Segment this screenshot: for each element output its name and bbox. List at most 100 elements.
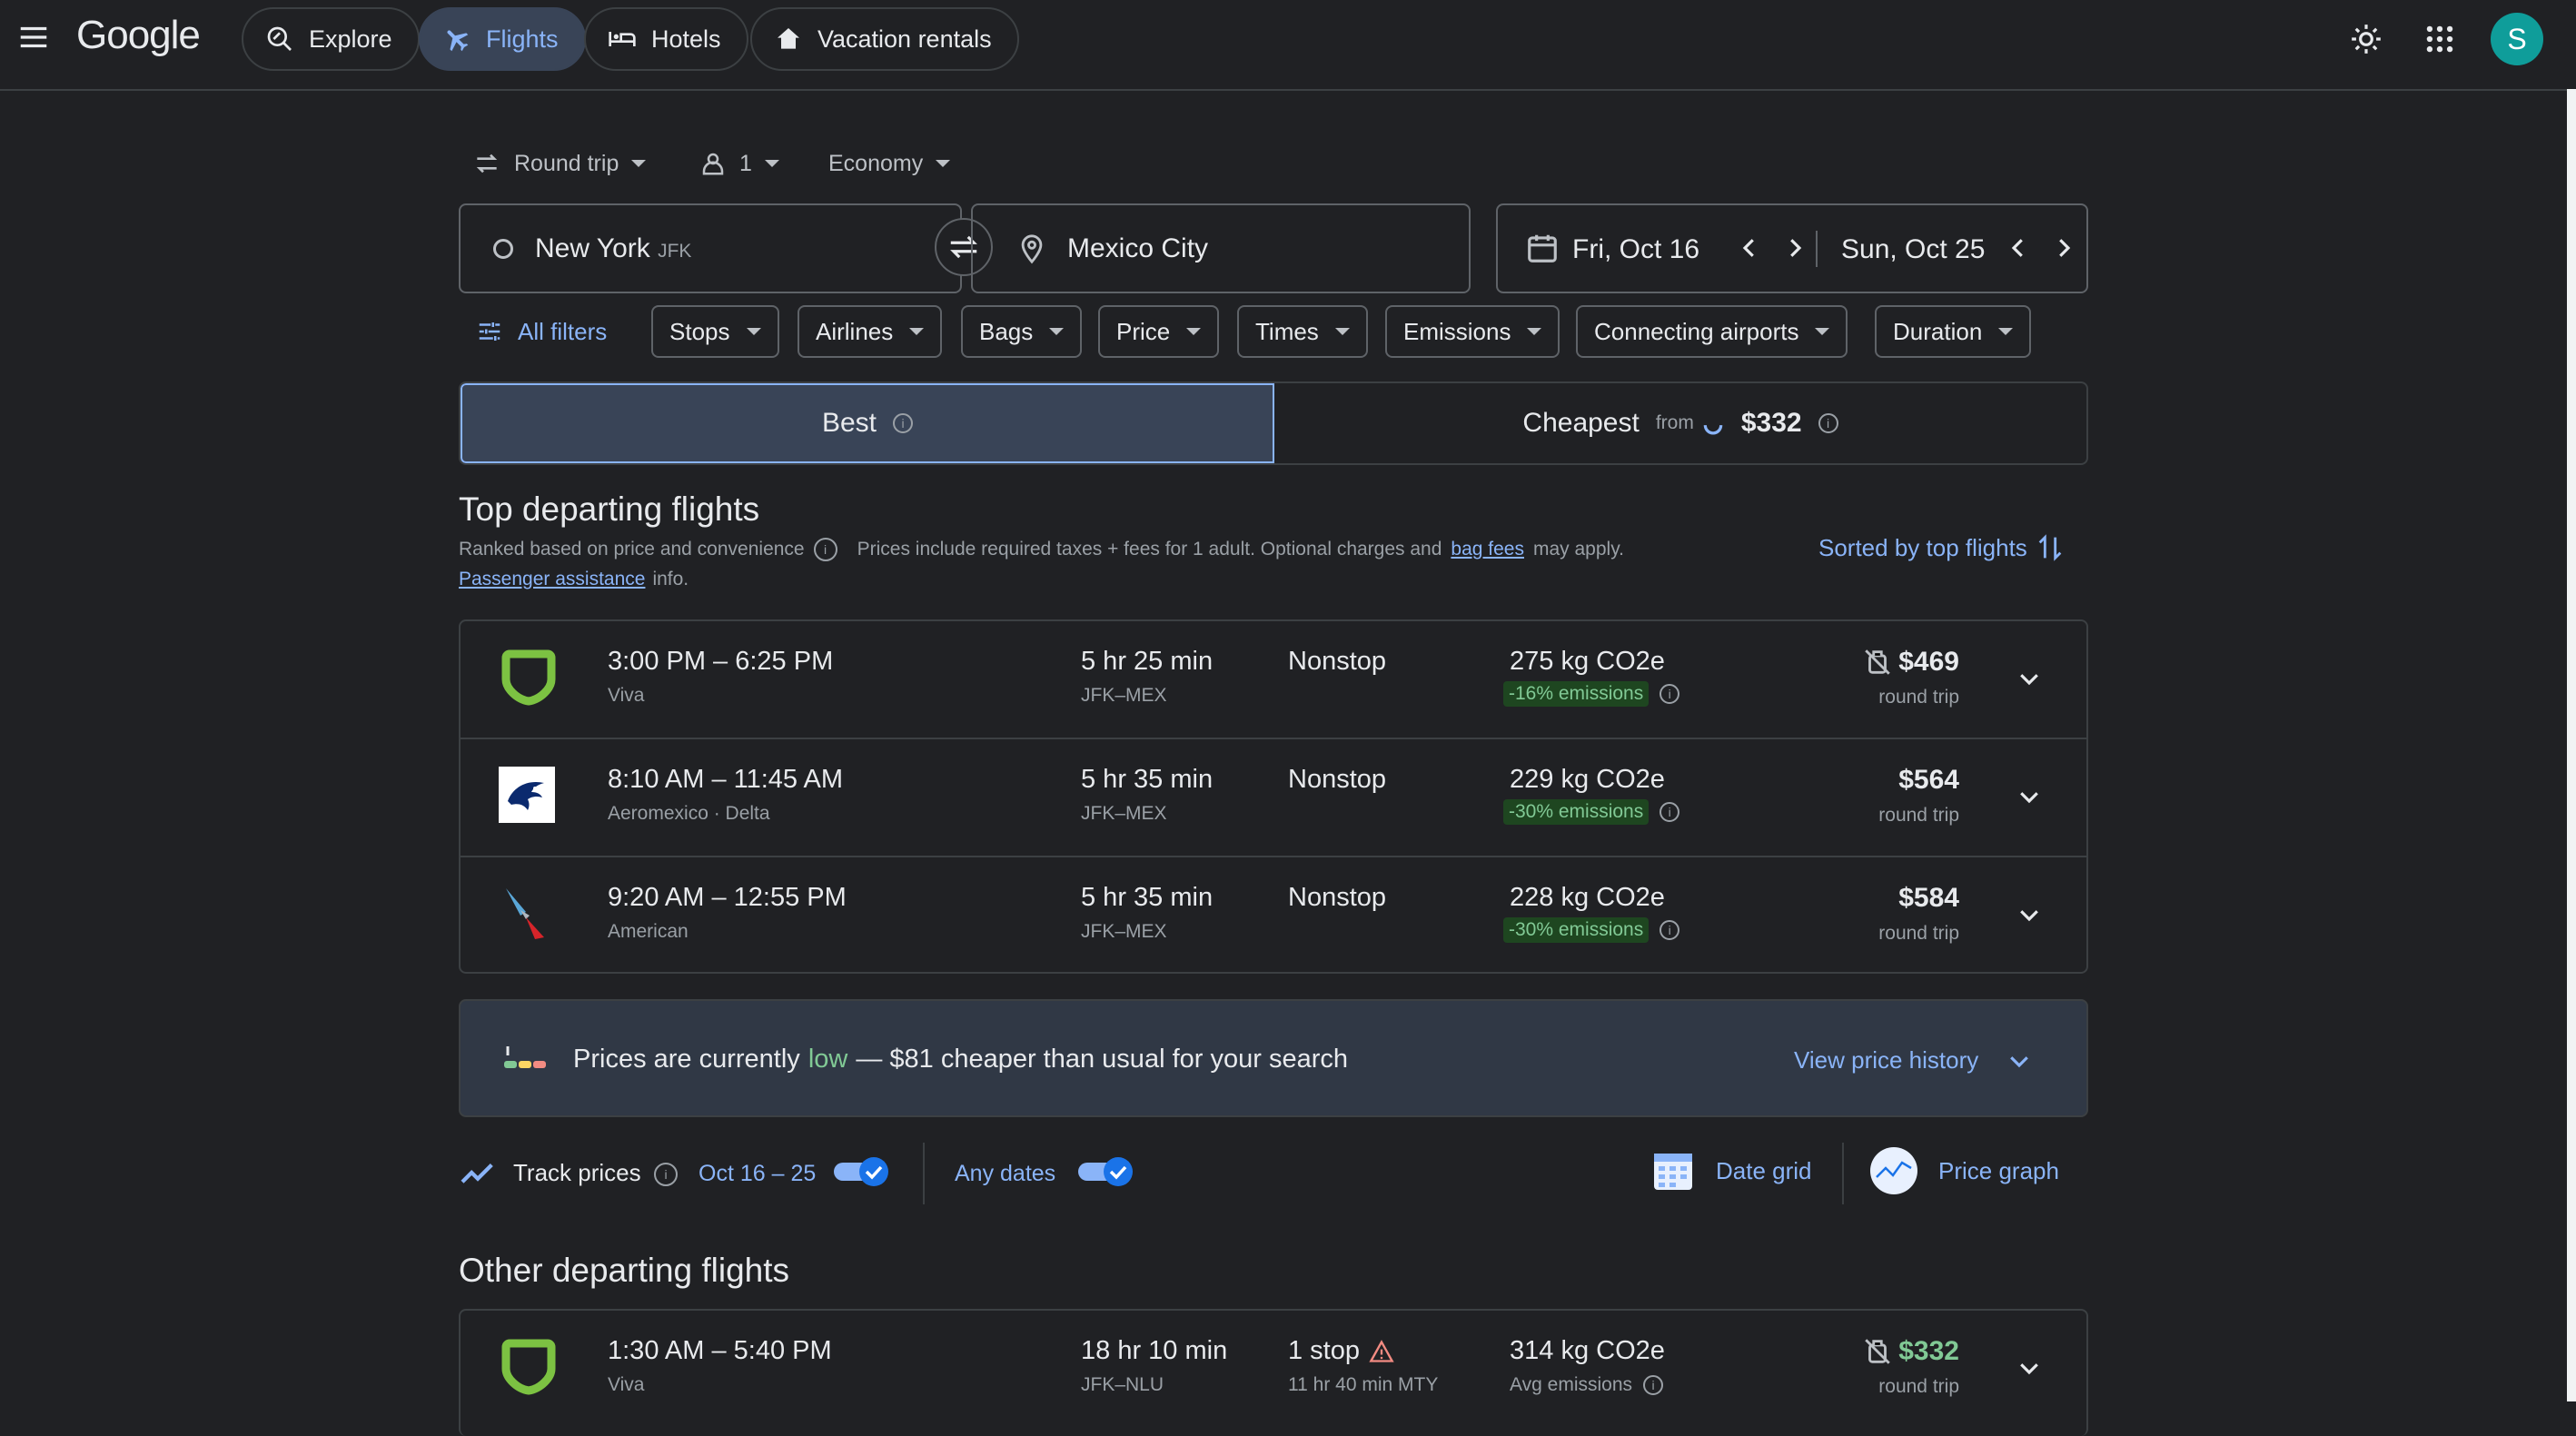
flight-stops: Nonstop	[1288, 647, 1386, 677]
loading-spinner-icon	[1703, 424, 1723, 435]
info-icon[interactable]: i	[654, 1163, 678, 1186]
passenger-assistance-link[interactable]: Passenger assistance	[459, 569, 645, 590]
date-grid-button[interactable]: Date grid	[1650, 1148, 1812, 1193]
filter-stops[interactable]: Stops	[651, 305, 779, 358]
filter-connecting-airports[interactable]: Connecting airports	[1576, 305, 1848, 358]
return-next-icon[interactable]	[2050, 234, 2077, 262]
price-note: round trip	[1878, 687, 1959, 708]
info-icon[interactable]: i	[1660, 920, 1680, 940]
chevron-down-icon	[1186, 328, 1202, 335]
expand-chevron-icon[interactable]	[2016, 783, 2043, 810]
location-pin-icon	[1021, 233, 1043, 263]
flight-price: $584	[1898, 883, 1959, 914]
calendar-icon	[1528, 234, 1557, 262]
info-icon[interactable]: i	[1643, 1375, 1664, 1395]
flight-row[interactable]: 3:00 PM – 6:25 PM Viva 5 hr 25 min JFK–M…	[461, 621, 2086, 739]
viva-logo	[501, 649, 556, 706]
cabin-class-select[interactable]: Economy	[828, 144, 951, 183]
filter-times[interactable]: Times	[1237, 305, 1368, 358]
sort-by-button[interactable]: Sorted by top flights	[1818, 532, 2066, 563]
nav-hotels[interactable]: Hotels	[584, 7, 748, 71]
flight-price: $332	[1862, 1336, 1959, 1367]
info-icon[interactable]: i	[1818, 413, 1838, 433]
depart-prev-icon[interactable]	[1736, 234, 1763, 262]
flight-price: $564	[1898, 765, 1959, 796]
flight-route: JFK–MEX	[1081, 803, 1167, 824]
ranking-text: Ranked based on price and convenience	[459, 539, 805, 560]
theme-toggle-icon[interactable]	[2349, 22, 2383, 56]
tab-cheapest[interactable]: Cheapest from $332 i	[1274, 383, 2086, 463]
filter-bags[interactable]: Bags	[961, 305, 1083, 358]
flight-price-value: $469	[1898, 647, 1959, 677]
passengers-select[interactable]: 1	[699, 144, 779, 183]
expand-chevron-icon[interactable]	[2016, 1354, 2043, 1382]
account-avatar[interactable]: S	[2491, 13, 2543, 65]
origin-field[interactable]: New York JFK	[459, 203, 962, 293]
nav-flights-label: Flights	[486, 25, 559, 53]
person-icon	[702, 153, 724, 175]
flight-co2: 314 kg CO2e	[1510, 1336, 1665, 1365]
filter-times-label: Times	[1255, 317, 1319, 345]
filter-airlines[interactable]: Airlines	[798, 305, 943, 358]
flight-price: $469	[1862, 647, 1959, 678]
depart-next-icon[interactable]	[1781, 234, 1808, 262]
info-icon[interactable]: i	[813, 538, 837, 561]
info-icon[interactable]: i	[1660, 802, 1680, 822]
expand-chevron-icon[interactable]	[2016, 665, 2043, 692]
top-flights-list: 3:00 PM – 6:25 PM Viva 5 hr 25 min JFK–M…	[459, 619, 2088, 974]
explore-icon	[267, 26, 292, 51]
depart-date[interactable]: Fri, Oct 16	[1572, 234, 1699, 265]
filter-stops-label: Stops	[669, 317, 730, 345]
flight-co2: 228 kg CO2e	[1510, 883, 1665, 912]
filter-emissions[interactable]: Emissions	[1385, 305, 1560, 358]
filter-price[interactable]: Price	[1098, 305, 1220, 358]
menu-icon[interactable]	[16, 20, 51, 54]
nav-explore[interactable]: Explore	[242, 7, 420, 71]
chevron-down-icon	[1527, 328, 1542, 335]
return-date[interactable]: Sun, Oct 25	[1841, 234, 1985, 265]
any-dates-toggle[interactable]	[1076, 1155, 1136, 1188]
price-graph-button[interactable]: Price graph	[1869, 1146, 2059, 1195]
flight-row[interactable]: 9:20 AM – 12:55 PM American 5 hr 35 min …	[461, 857, 2086, 975]
insight-level: low	[807, 1045, 848, 1074]
trip-type-select[interactable]: Round trip	[472, 144, 647, 183]
return-prev-icon[interactable]	[2005, 234, 2032, 262]
nav-flights[interactable]: Flights	[419, 7, 586, 71]
info-icon[interactable]: i	[1660, 684, 1680, 704]
nav-hotels-label: Hotels	[651, 25, 721, 53]
track-dates-toggle[interactable]	[832, 1155, 892, 1188]
flight-emissions: -16% emissions i	[1503, 681, 1680, 707]
flight-duration: 5 hr 25 min	[1081, 647, 1214, 676]
filter-duration[interactable]: Duration	[1875, 305, 2032, 358]
google-logo[interactable]: Google	[76, 13, 201, 58]
flight-airline: American	[608, 921, 689, 942]
chevron-down-icon	[746, 328, 761, 335]
scrollbar[interactable]	[2567, 89, 2576, 1401]
destination-field[interactable]: Mexico City	[971, 203, 1471, 293]
expand-chevron-icon[interactable]	[2016, 901, 2043, 928]
flight-stops-label: Nonstop	[1288, 647, 1387, 676]
apps-grid-icon[interactable]	[2422, 22, 2457, 56]
nav-vacation-rentals[interactable]: Vacation rentals	[750, 7, 1019, 71]
top-app-bar: Google Explore Flights Hotels Vacation r…	[0, 0, 2576, 91]
view-price-history-button[interactable]: View price history	[1794, 1046, 2033, 1075]
insight-post: — $81 cheaper than usual for your search	[856, 1045, 1348, 1074]
info-icon[interactable]: i	[893, 413, 914, 433]
flight-co2: 275 kg CO2e	[1510, 647, 1665, 676]
tab-best[interactable]: Best i	[461, 383, 1274, 463]
sort-by-label: Sorted by top flights	[1818, 533, 2027, 561]
flight-times: 9:20 AM – 12:55 PM	[608, 883, 847, 912]
flight-stops: Nonstop	[1288, 883, 1386, 913]
view-price-history-label: View price history	[1794, 1046, 1979, 1074]
bag-fees-link[interactable]: bag fees	[1451, 539, 1524, 560]
flight-times: 8:10 AM – 11:45 AM	[608, 765, 844, 794]
chevron-down-icon	[1998, 328, 2014, 335]
flight-row[interactable]: 1:30 AM – 5:40 PM Viva 18 hr 10 min JFK–…	[461, 1311, 2086, 1429]
chevron-down-icon	[1815, 328, 1830, 335]
insight-pre: Prices are currently	[573, 1045, 800, 1074]
ranking-note: Ranked based on price and convenience i …	[459, 538, 1624, 561]
all-filters-label: All filters	[518, 317, 608, 345]
date-divider	[1816, 231, 1818, 267]
flight-row[interactable]: 8:10 AM – 11:45 AM Aeromexico · Delta 5 …	[461, 739, 2086, 857]
all-filters-button[interactable]: All filters	[476, 305, 607, 358]
